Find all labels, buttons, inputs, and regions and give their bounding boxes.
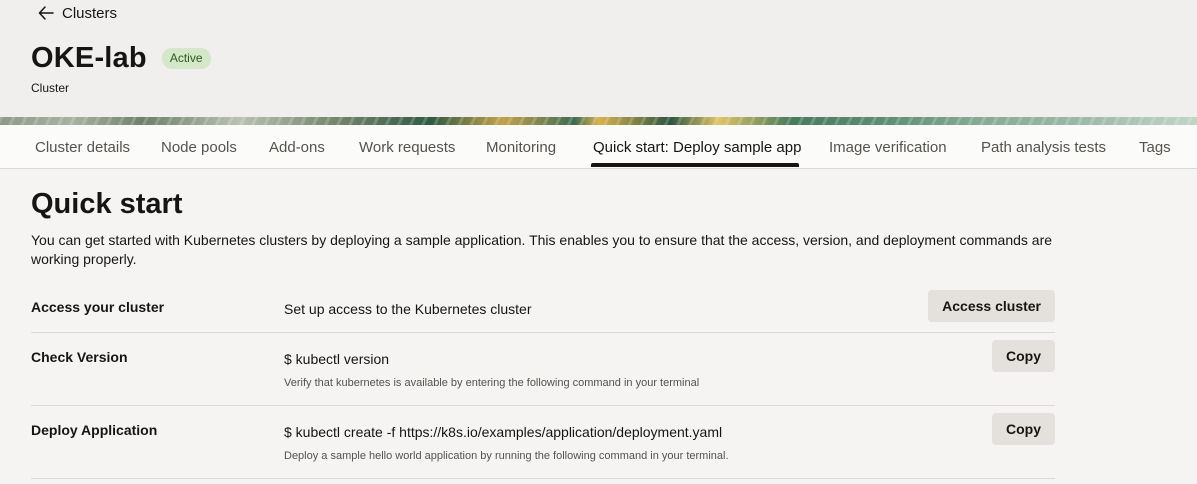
- tab-work-requests[interactable]: Work requests: [359, 125, 455, 168]
- tab-image-verification[interactable]: Image verification: [829, 125, 947, 168]
- access-cluster-button[interactable]: Access cluster: [928, 290, 1055, 322]
- tab-path-analysis-tests[interactable]: Path analysis tests: [981, 125, 1106, 168]
- access-cluster-row: Access your cluster Set up access to the…: [31, 282, 1055, 333]
- tab-monitoring[interactable]: Monitoring: [486, 125, 556, 168]
- intro-text: You can get started with Kubernetes clus…: [31, 232, 1053, 267]
- tab-node-pools[interactable]: Node pools: [161, 125, 237, 168]
- arrow-left-icon: [38, 6, 54, 20]
- copy-deploy-command-button[interactable]: Copy: [992, 413, 1055, 445]
- status-badge: Active: [161, 48, 211, 69]
- check-version-row: Check Version $ kubectl version Verify t…: [31, 333, 1055, 406]
- copy-version-command-button[interactable]: Copy: [992, 340, 1055, 372]
- page-title: OKE-lab: [31, 42, 147, 74]
- tab-tags[interactable]: Tags: [1139, 125, 1171, 168]
- row-description: Set up access to the Kubernetes cluster: [284, 301, 532, 317]
- row-label: Deploy Application: [31, 422, 158, 438]
- tab-cluster-details[interactable]: Cluster details: [35, 125, 130, 168]
- row-label: Access your cluster: [31, 299, 165, 315]
- active-tab-indicator: [591, 163, 799, 167]
- back-link-label: Clusters: [62, 4, 118, 22]
- back-to-clusters-link[interactable]: Clusters: [38, 4, 117, 22]
- page-header: Clusters OKE-lab Active Cluster: [0, 0, 1197, 117]
- row-label: Check Version: [31, 349, 128, 365]
- section-title: Quick start: [31, 188, 183, 220]
- title-row: OKE-lab Active: [31, 42, 211, 75]
- help-text: Deploy a sample hello world application …: [284, 450, 729, 462]
- command-text: $ kubectl create -f https://k8s.io/examp…: [284, 424, 723, 440]
- command-text: $ kubectl version: [284, 351, 390, 367]
- resource-type-label: Cluster: [31, 81, 70, 95]
- decorative-banner: [0, 117, 1197, 125]
- tab-add-ons[interactable]: Add-ons: [269, 125, 325, 168]
- tab-quick-start[interactable]: Quick start: Deploy sample app: [593, 125, 801, 168]
- help-text: Verify that kubernetes is available by e…: [284, 377, 700, 389]
- deploy-application-row: Deploy Application $ kubectl create -f h…: [31, 406, 1055, 479]
